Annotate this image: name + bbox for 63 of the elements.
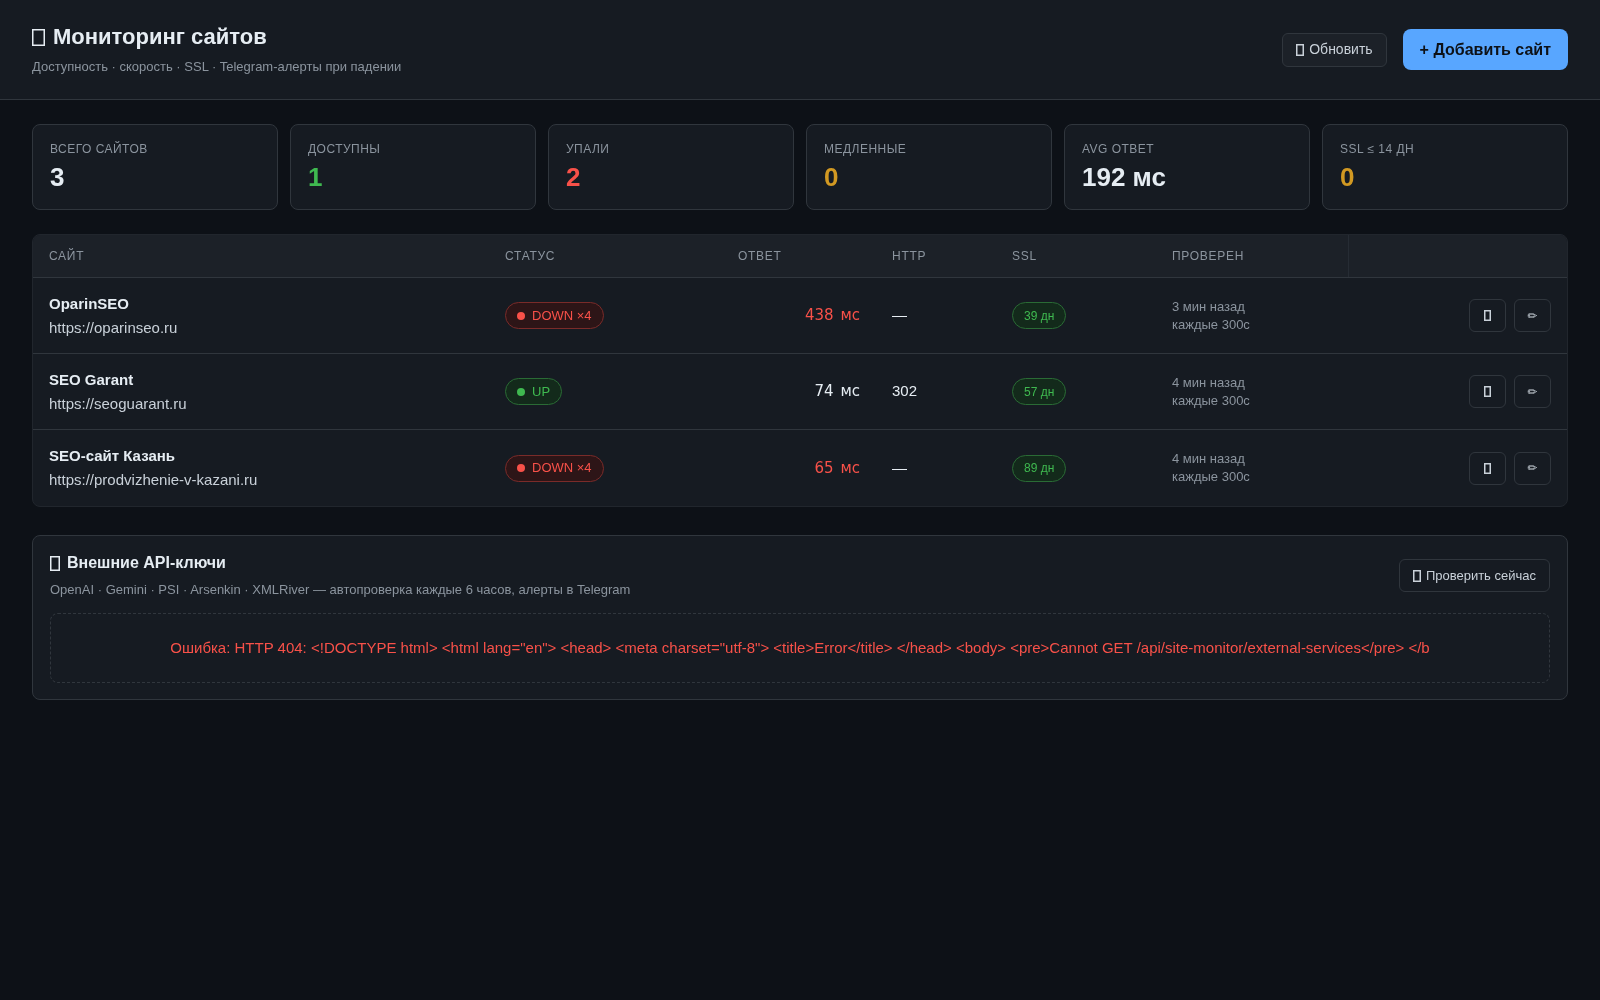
stat-label: ВСЕГО САЙТОВ [50, 141, 149, 157]
last-checked-text: 3 мин назад [1172, 297, 1246, 316]
column-header: ПРОВЕРЕН [1172, 248, 1245, 265]
site-name: OparinSEO [49, 293, 131, 314]
check-interval-text: каждые 300с [1172, 315, 1251, 334]
column-header: СТАТУС [505, 248, 556, 265]
column-header: ОТВЕТ [738, 248, 782, 265]
status-badge: DOWN ×4 [505, 302, 604, 329]
ssl-days-badge: 57 дн [1012, 378, 1067, 405]
add-site-button[interactable]: + Добавить сайт [1402, 29, 1568, 70]
stat-label: УПАЛИ [566, 141, 611, 157]
stat-value: 192 мс [1082, 161, 1167, 193]
error-message: Ошибка: HTTP 404: <!DOCTYPE html> <html lang="en"> <head> <meta charset="utf-8"> <title>Error</title> </head> <body> <pre>Cannot GET /api/site-monitor/external-services</pre> </b [170, 637, 1430, 658]
last-checked-text: 4 мин назад [1172, 373, 1246, 392]
check-interval-text: каждые 300с [1172, 391, 1251, 410]
stat-label: SSL ≤ 14 ДН [1340, 141, 1416, 157]
missing-glyph-icon [32, 28, 45, 46]
panel-subtitle: OpenAI · Gemini · PSI · Arsenkin · XMLRiver — автопроверка каждые 6 часов, алерты в Telegram [50, 581, 631, 599]
http-code: — [892, 305, 907, 326]
missing-glyph-icon [50, 555, 60, 571]
missing-glyph-icon [1484, 310, 1491, 321]
site-url: https://oparinseo.ru [49, 317, 179, 338]
last-checked-text: 4 мин назад [1172, 450, 1246, 468]
ssl-days-badge: 89 дн [1012, 454, 1067, 482]
refresh-button[interactable]: Обновить [1282, 32, 1387, 67]
edit-button[interactable]: ✏ [1514, 451, 1551, 485]
edit-button[interactable]: ✏ [1514, 299, 1551, 332]
response-time: 65 мс [814, 457, 860, 479]
site-url: https://prodvizhenie-v-kazani.ru [49, 470, 259, 490]
stat-value: 1 [308, 161, 324, 193]
stat-label: AVG ОТВЕТ [1082, 141, 1156, 157]
status-badge: UP [505, 378, 563, 405]
missing-glyph-icon [1484, 386, 1491, 397]
icon-button[interactable] [1469, 451, 1506, 485]
icon-button[interactable] [1469, 375, 1506, 408]
missing-glyph-icon [1484, 462, 1491, 474]
page-title: Мониторинг сайтов [53, 23, 267, 51]
edit-button[interactable]: ✏ [1514, 375, 1551, 408]
column-header: САЙТ [49, 247, 85, 265]
panel-title: Внешние API-ключи [67, 553, 226, 573]
check-interval-text: каждые 300с [1172, 468, 1251, 486]
stat-label: МЕДЛЕННЫЕ [824, 141, 908, 157]
site-url: https://seoguarant.ru [49, 393, 188, 414]
stat-label: ДОСТУПНЫ [308, 141, 382, 157]
check-now-button[interactable]: Проверить сейчас [1398, 559, 1550, 592]
site-name: SEO-сайт Казань [49, 446, 177, 466]
page-subtitle: Доступность · скорость · SSL · Telegram-алерты при падении [32, 58, 402, 76]
stat-value: 3 [50, 161, 66, 193]
stat-value: 2 [566, 161, 582, 193]
status-badge: DOWN ×4 [505, 454, 604, 482]
missing-glyph-icon [1412, 569, 1421, 582]
response-time: 438 мс [805, 305, 860, 327]
http-code: — [892, 457, 907, 478]
missing-glyph-icon [1296, 43, 1305, 56]
site-name: SEO Garant [49, 369, 135, 390]
icon-button[interactable] [1469, 299, 1506, 332]
response-time: 74 мс [814, 381, 860, 403]
stat-value: 0 [824, 161, 840, 193]
stat-value: 0 [1340, 161, 1356, 193]
column-header: SSL [1012, 248, 1037, 265]
http-code: 302 [892, 381, 918, 402]
column-header: HTTP [892, 248, 927, 265]
ssl-days-badge: 39 дн [1012, 302, 1067, 329]
